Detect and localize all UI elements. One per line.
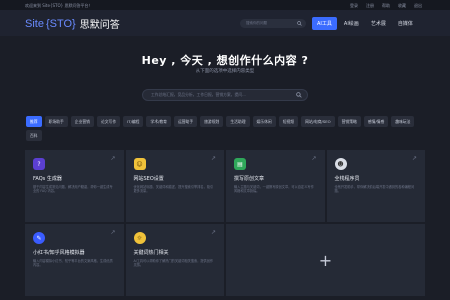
top-link-login[interactable]: 登录: [350, 3, 358, 9]
logo-prefix: Site: [25, 17, 44, 30]
chip-emotion[interactable]: 感情/情感: [363, 116, 389, 127]
chip-marketing[interactable]: 企业营销: [70, 116, 94, 127]
top-links: 登录 注册 帮助 收藏 退出: [350, 3, 422, 9]
hero-subtitle: 从下面的选项中选择内容类型: [195, 69, 255, 74]
nav-ai-tools[interactable]: AI工具: [312, 17, 337, 30]
card-desc: 输入内容模拟小红书、知乎等平台的文案风格，生成优质内容。: [33, 259, 113, 268]
hero-title: Hey , 今天 , 想创作什么内容 ?: [141, 54, 309, 67]
chip-paper[interactable]: 论文写作: [96, 116, 121, 127]
welcome-text: 欢迎来到 Site{STO} 思默问答平台！: [25, 3, 93, 8]
tool-card-article[interactable]: ↗ ▤ 撰写原创文章 输入主题与关键词，一键撰写原创文章，可以自定义写作风格和文…: [226, 150, 325, 222]
header-search-placeholder: 搜索你的问题: [246, 21, 267, 25]
arrow-icon: ↗: [110, 155, 116, 162]
top-bar: 欢迎来到 Site{STO} 思默问答平台！ 登录 注册 帮助 收藏 退出: [0, 0, 450, 10]
chip-it[interactable]: IT/编程: [123, 116, 144, 127]
card-title: 关键词热门相关: [133, 250, 169, 256]
arrow-icon: ↗: [311, 155, 317, 162]
faq-icon: ?: [33, 158, 45, 170]
nav-ai-painting[interactable]: AI绘画: [339, 17, 364, 30]
chip-short-video[interactable]: 短视频: [278, 116, 299, 127]
card-desc: AI工具可以帮助你了解热门的关键词相关搜索，提供创作灵感。: [133, 259, 214, 268]
main-search-input[interactable]: 工作总结汇报，竞品分析，工作日报，营销方案，提问...: [142, 89, 308, 101]
tool-card-keyword[interactable]: ↗ ☼ 关键词热门相关 AI工具可以帮助你了解热门的关键词相关搜索，提供创作灵感…: [125, 224, 224, 296]
nav-art-exhibition[interactable]: 艺术展: [366, 17, 391, 30]
chip-life[interactable]: 生活助理: [226, 116, 250, 127]
chip-operations[interactable]: 运营助手: [173, 116, 198, 127]
card-desc: 输入主题与关键词，一键撰写原创文章，可以自定义写作风格和文章篇幅。: [234, 185, 314, 194]
chip-fun[interactable]: 趣味玩法: [391, 116, 415, 127]
chip-academic[interactable]: 学术/教育: [146, 116, 171, 127]
tool-grid: ↗ ? FAQs 生成器 基于内容生成常见问题，解决用户疑惑，帮你一键生成专业的…: [25, 150, 425, 298]
top-link-register[interactable]: 注册: [366, 3, 374, 9]
chip-workplace[interactable]: 职场助手: [44, 116, 68, 127]
chip-strategy[interactable]: 营销策略: [337, 116, 361, 127]
add-tool-button[interactable]: +: [226, 224, 425, 296]
card-title: 全栈程序员: [334, 176, 360, 182]
arrow-icon: ↗: [110, 229, 116, 236]
top-link-favorite[interactable]: 收藏: [398, 3, 406, 9]
top-link-help[interactable]: 帮助: [382, 3, 390, 9]
header-search-input[interactable]: 搜索你的问题: [240, 19, 306, 28]
logo-name: 思默问答: [79, 20, 120, 31]
chip-encyclopedia[interactable]: 百科: [26, 130, 42, 141]
arrow-icon: ↗: [210, 155, 216, 162]
main-nav: AI工具 AI绘画 艺术展 自媒体: [312, 17, 418, 30]
header: Site {STO} 思默问答 搜索你的问题 AI工具 AI绘画 艺术展 自媒体: [0, 10, 450, 36]
tool-card-faq[interactable]: ↗ ? FAQs 生成器 基于内容生成常见问题，解决用户疑惑，帮你一键生成专业的…: [25, 150, 124, 222]
arrow-icon: ↗: [210, 229, 216, 236]
logo[interactable]: Site {STO} 思默问答: [25, 16, 120, 32]
logo-mid: {STO}: [45, 17, 76, 30]
top-link-logout[interactable]: 退出: [414, 3, 422, 9]
style-icon: ✎: [33, 232, 45, 244]
nav-self-media[interactable]: 自媒体: [393, 17, 418, 30]
tool-card-style[interactable]: ↗ ✎ 小红书/知乎风格模拟器 输入内容模拟小红书、知乎等平台的文案风格，生成优…: [25, 224, 124, 296]
tool-card-programmer[interactable]: ↗ ☻ 全栈程序员 全栈开发助手，帮你解决前后端开发中遇到的各种编程问题。: [326, 150, 425, 222]
card-desc: 全栈开发助手，帮你解决前后端开发中遇到的各种编程问题。: [334, 185, 415, 194]
main-search-placeholder: 工作总结汇报，竞品分析，工作日报，营销方案，提问...: [151, 92, 246, 97]
card-title: FAQs 生成器: [33, 176, 62, 182]
tool-card-seo[interactable]: ↗ ☺ 网站SEO设置 优化网站标题、关键词和描述，提升搜索引擎排名，吸引更多流…: [125, 150, 224, 222]
card-desc: 优化网站标题、关键词和描述，提升搜索引擎排名，吸引更多流量。: [133, 185, 214, 194]
chip-recommend[interactable]: 推荐: [26, 116, 42, 127]
programmer-icon: ☻: [334, 158, 347, 170]
plus-icon: +: [318, 250, 333, 270]
card-title: 撰写原创文章: [234, 176, 265, 182]
category-chips: 推荐 职场助手 企业营销 论文写作 IT/编程 学术/教育 运营助手 旅游规划 …: [26, 116, 426, 141]
article-icon: ▤: [234, 158, 246, 170]
chip-entertainment[interactable]: 娱乐休闲: [252, 116, 276, 127]
keyword-icon: ☼: [133, 232, 146, 244]
chip-travel[interactable]: 旅游规划: [200, 116, 224, 127]
card-title: 网站SEO设置: [133, 176, 164, 182]
card-title: 小红书/知乎风格模拟器: [33, 250, 85, 256]
card-desc: 基于内容生成常见问题，解决用户疑惑，帮你一键生成专业的 FAQ 内容。: [33, 185, 113, 194]
chip-seo[interactable]: 网站/电商/SEO: [301, 116, 335, 127]
arrow-icon: ↗: [411, 155, 417, 162]
seo-icon: ☺: [133, 158, 146, 170]
search-icon[interactable]: [296, 92, 302, 99]
search-icon[interactable]: [297, 21, 302, 27]
